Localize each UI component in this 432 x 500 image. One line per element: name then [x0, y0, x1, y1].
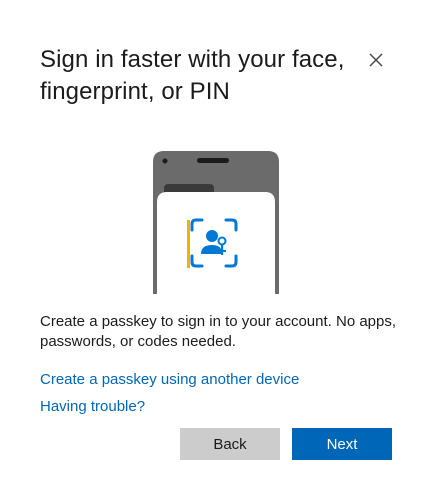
- having-trouble-link[interactable]: Having trouble?: [40, 397, 145, 417]
- close-button[interactable]: [364, 48, 388, 72]
- passkey-dialog: Sign in faster with your face, fingerpri…: [0, 0, 432, 500]
- dialog-title: Sign in faster with your face, fingerpri…: [40, 46, 345, 105]
- phone-illustration: [152, 150, 280, 294]
- create-passkey-other-device-link[interactable]: Create a passkey using another device: [40, 370, 299, 390]
- close-icon: [369, 53, 383, 67]
- back-button[interactable]: Back: [180, 428, 280, 460]
- dialog-description: Create a passkey to sign in to your acco…: [40, 313, 397, 350]
- next-button[interactable]: Next: [292, 428, 392, 460]
